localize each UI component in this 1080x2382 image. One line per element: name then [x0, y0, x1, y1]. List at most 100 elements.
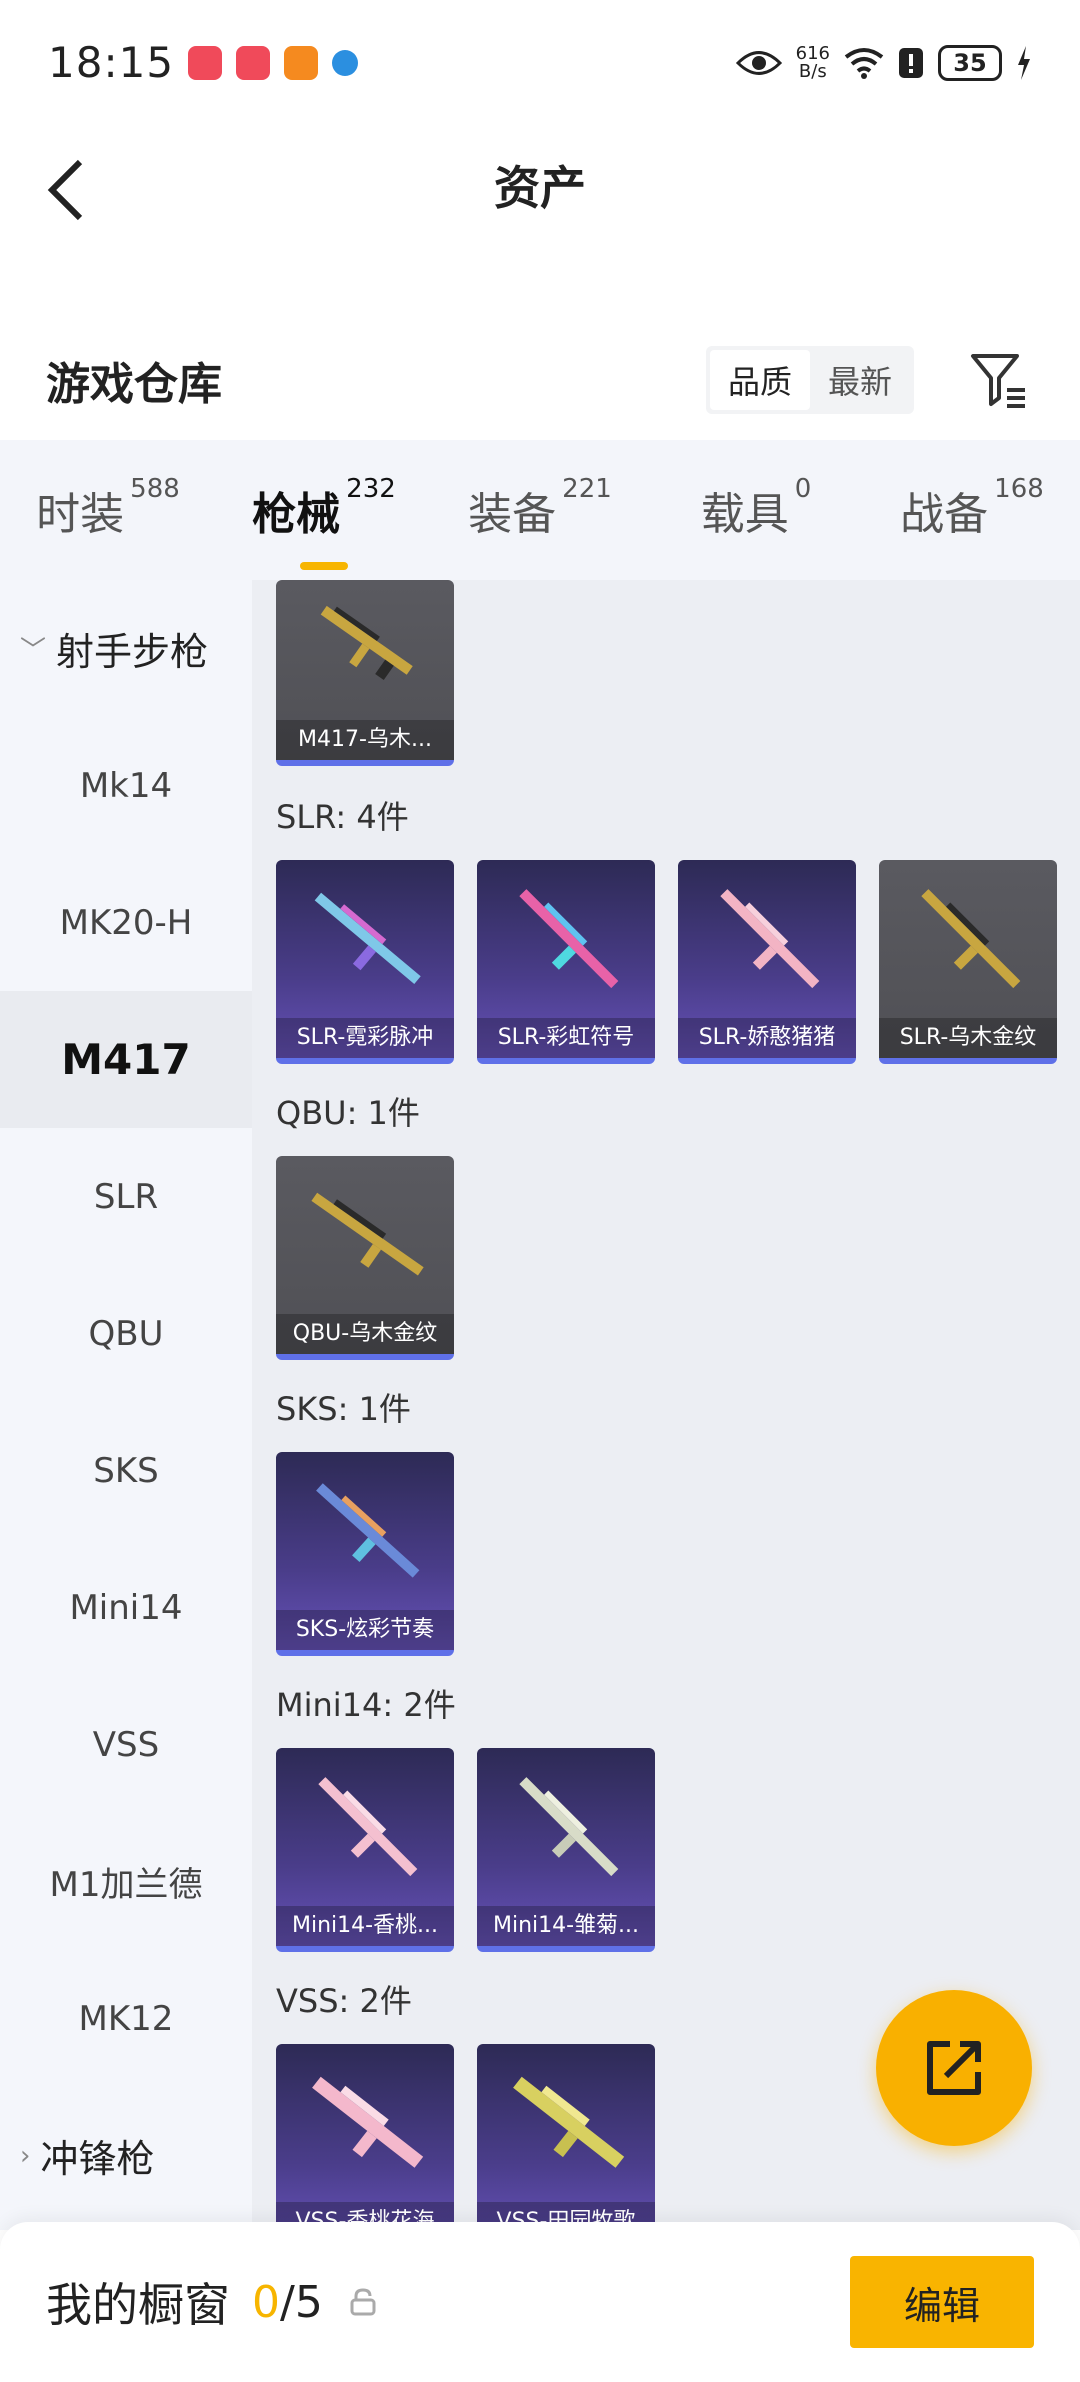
sidebar-item-mk12[interactable]: MK12: [0, 1950, 252, 2087]
weapon-sidebar: ﹀ 射手步枪 Mk14 MK20-H M417 SLR QBU SKS Mini…: [0, 580, 252, 2230]
rifle-image-icon: [921, 889, 1021, 989]
chevron-down-icon: ﹀: [20, 636, 47, 666]
tab-fashion[interactable]: 时装 588: [0, 474, 216, 542]
status-time: 18:15: [48, 38, 175, 87]
sidebar-group-label: 冲锋枪: [40, 2137, 155, 2181]
sidebar-item-mk14[interactable]: Mk14: [0, 717, 252, 854]
showcase-total: 5: [294, 2276, 323, 2328]
weapon-card-name: SLR-彩虹符号: [477, 1018, 655, 1058]
rifle-image-icon: [314, 892, 421, 984]
sidebar-item-m417[interactable]: M417: [0, 991, 252, 1128]
sidebar-item-sks[interactable]: SKS: [0, 1402, 252, 1539]
rifle-image-icon: [320, 605, 413, 681]
weapon-card-name: SKS-炫彩节奏: [276, 1610, 454, 1650]
tab-firearms[interactable]: 枪械 232: [216, 474, 432, 570]
sidebar-item-m1-garand[interactable]: M1加兰德: [0, 1813, 252, 1950]
share-fab-button[interactable]: [876, 1990, 1032, 2146]
battery-indicator: 35: [938, 44, 1002, 81]
rifle-image-icon: [312, 2076, 424, 2168]
weapon-card-name: SLR-乌木金纹: [879, 1018, 1057, 1058]
sidebar-item-vss[interactable]: VSS: [0, 1676, 252, 1813]
net-speed: 616 B/s: [795, 42, 830, 82]
rifle-image-icon: [720, 889, 820, 989]
red-app-icon: [236, 45, 271, 80]
weapon-card-name: Mini14-香桃...: [276, 1906, 454, 1946]
filter-icon: [971, 354, 1025, 408]
weapon-card-name: SLR-霓彩脉冲: [276, 1018, 454, 1058]
tab-count: 168: [994, 474, 1044, 504]
sidebar-group-marksman-rifles[interactable]: ﹀ 射手步枪: [0, 580, 252, 717]
tab-label: 时装: [36, 489, 125, 540]
group-label-qbu: QBU: 1件: [276, 1094, 420, 1132]
alert-icon: [899, 47, 923, 78]
sort-newest-button[interactable]: 最新: [810, 350, 910, 410]
weapon-card[interactable]: Mini14-雏菊...: [477, 1748, 655, 1952]
group-label-vss: VSS: 2件: [276, 1982, 412, 2020]
sort-toggle: 品质 最新: [706, 346, 914, 414]
group-label-mini14: Mini14: 2件: [276, 1686, 456, 1724]
red-app-icon: [188, 45, 223, 80]
weapon-card[interactable]: QBU-乌木金纹: [276, 1156, 454, 1360]
tab-count: 232: [346, 474, 396, 504]
tab-label: 枪械: [252, 489, 341, 540]
rifle-image-icon: [311, 1192, 424, 1276]
category-tabs: 时装 588 枪械 232 装备 221 载具 0 战备 168: [0, 440, 1080, 580]
weapon-grid: M417-乌木... SLR: 4件 SLR-霓彩脉冲 SLR-彩虹符号 SLR…: [252, 580, 1080, 2230]
showcase-count: 0/5: [252, 2277, 323, 2328]
weapon-card[interactable]: SKS-炫彩节奏: [276, 1452, 454, 1656]
edit-button[interactable]: 编辑: [850, 2256, 1034, 2348]
weapon-card[interactable]: SLR-娇憨猪猪: [678, 860, 856, 1064]
notification-icons: [188, 45, 359, 80]
weapon-card[interactable]: SLR-霓彩脉冲: [276, 860, 454, 1064]
tab-label: 装备: [468, 489, 557, 540]
weapon-card[interactable]: Mini14-香桃...: [276, 1748, 454, 1952]
chevron-left-icon: [47, 159, 83, 221]
rifle-image-icon: [316, 1483, 420, 1578]
sidebar-group-label: 射手步枪: [56, 630, 209, 674]
tab-count: 588: [130, 474, 180, 504]
sidebar-item-mk20h[interactable]: MK20-H: [0, 854, 252, 991]
rifle-image-icon: [513, 2076, 625, 2168]
tab-label: 战备: [900, 489, 989, 540]
back-button[interactable]: [36, 155, 96, 225]
weapon-card-name: QBU-乌木金纹: [276, 1314, 454, 1354]
chevron-right-icon: ›: [20, 2140, 31, 2171]
sidebar-item-slr[interactable]: SLR: [0, 1128, 252, 1265]
tab-vehicles[interactable]: 载具 0: [648, 474, 864, 542]
blue-app-icon: [332, 49, 359, 76]
weapon-card[interactable]: SLR-乌木金纹: [879, 860, 1057, 1064]
weapon-card-name: Mini14-雏菊...: [477, 1906, 655, 1946]
charging-icon: [1018, 45, 1030, 80]
sidebar-group-smg[interactable]: › 冲锋枪: [0, 2087, 252, 2224]
rifle-image-icon: [519, 889, 619, 989]
weapon-card[interactable]: M417-乌木...: [276, 580, 454, 766]
group-label-slr: SLR: 4件: [276, 798, 409, 836]
page-header: 资产: [0, 125, 1080, 245]
group-label-sks: SKS: 1件: [276, 1390, 411, 1428]
weapon-card-name: M417-乌木...: [276, 720, 454, 760]
game-app-icon: [284, 45, 319, 80]
filter-button[interactable]: [964, 345, 1034, 415]
status-bar: 18:15 616 B/s 35: [0, 0, 1080, 125]
net-speed-value: 616: [795, 42, 830, 64]
sidebar-item-qbu[interactable]: QBU: [0, 1265, 252, 1402]
net-speed-unit: B/s: [798, 60, 827, 82]
weapon-card-name: SLR-娇憨猪猪: [678, 1018, 856, 1058]
weapon-card[interactable]: VSS-田园牧歌: [477, 2044, 655, 2230]
sort-quality-button[interactable]: 品质: [710, 350, 810, 410]
wifi-icon: [844, 47, 884, 79]
showcase-separator: /: [280, 2276, 295, 2328]
tab-equipment[interactable]: 装备 221: [432, 474, 648, 542]
rifle-image-icon: [519, 1777, 619, 1877]
lock-icon: [350, 2288, 376, 2316]
showcase-current: 0: [252, 2276, 280, 2328]
external-link-icon: [927, 2041, 981, 2095]
showcase-bar: 我的橱窗 0/5 编辑: [0, 2222, 1080, 2382]
tab-battle-prep[interactable]: 战备 168: [864, 474, 1080, 542]
showcase-label: 我的橱窗: [46, 2278, 230, 2332]
weapon-card[interactable]: VSS-香桃花海: [276, 2044, 454, 2230]
tab-count: 0: [794, 474, 812, 504]
sidebar-item-mini14[interactable]: Mini14: [0, 1539, 252, 1676]
page-title: 资产: [494, 161, 586, 215]
weapon-card[interactable]: SLR-彩虹符号: [477, 860, 655, 1064]
